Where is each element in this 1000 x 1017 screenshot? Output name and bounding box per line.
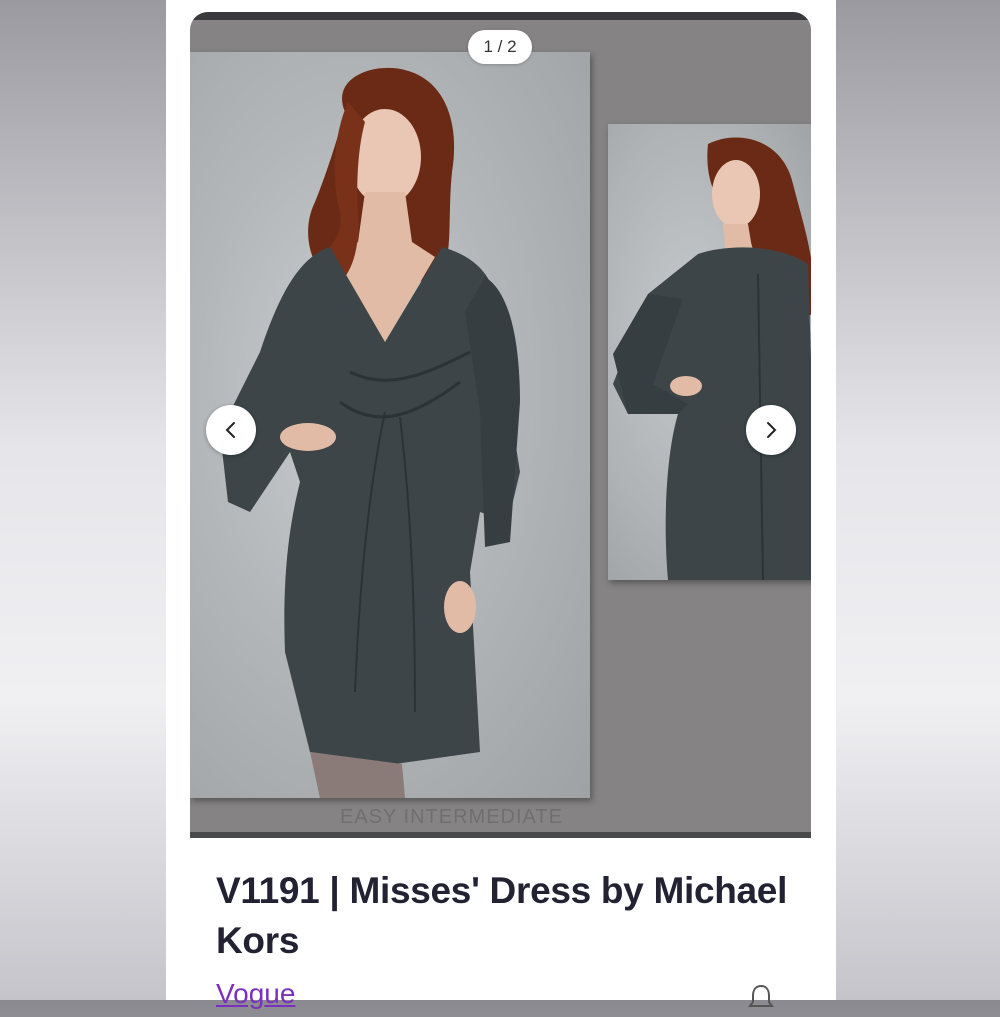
background-right bbox=[836, 0, 1000, 1000]
brand-link[interactable]: Vogue bbox=[216, 978, 295, 1010]
chevron-right-icon bbox=[767, 422, 777, 438]
notify-button[interactable] bbox=[746, 982, 776, 1012]
chevron-left-icon bbox=[225, 422, 235, 438]
pattern-watermark: EASY INTERMEDIATE bbox=[340, 806, 563, 826]
dress-back-photo[interactable] bbox=[608, 124, 811, 580]
background-left bbox=[0, 0, 166, 1000]
bell-icon bbox=[748, 984, 774, 1007]
page-indicator: 1 / 2 bbox=[468, 30, 532, 64]
product-card: EASY INTERMEDIATE 1 / 2 V1191 | Misses' … bbox=[166, 0, 836, 1009]
gallery-bottom-border bbox=[190, 832, 811, 838]
product-title: V1191 | Misses' Dress by Michael Kors bbox=[216, 870, 788, 961]
next-image-button[interactable] bbox=[746, 405, 796, 455]
dress-back-illustration bbox=[613, 137, 811, 580]
prev-image-button[interactable] bbox=[206, 405, 256, 455]
gallery-top-border bbox=[190, 12, 811, 20]
image-gallery[interactable]: EASY INTERMEDIATE 1 / 2 bbox=[190, 12, 811, 838]
